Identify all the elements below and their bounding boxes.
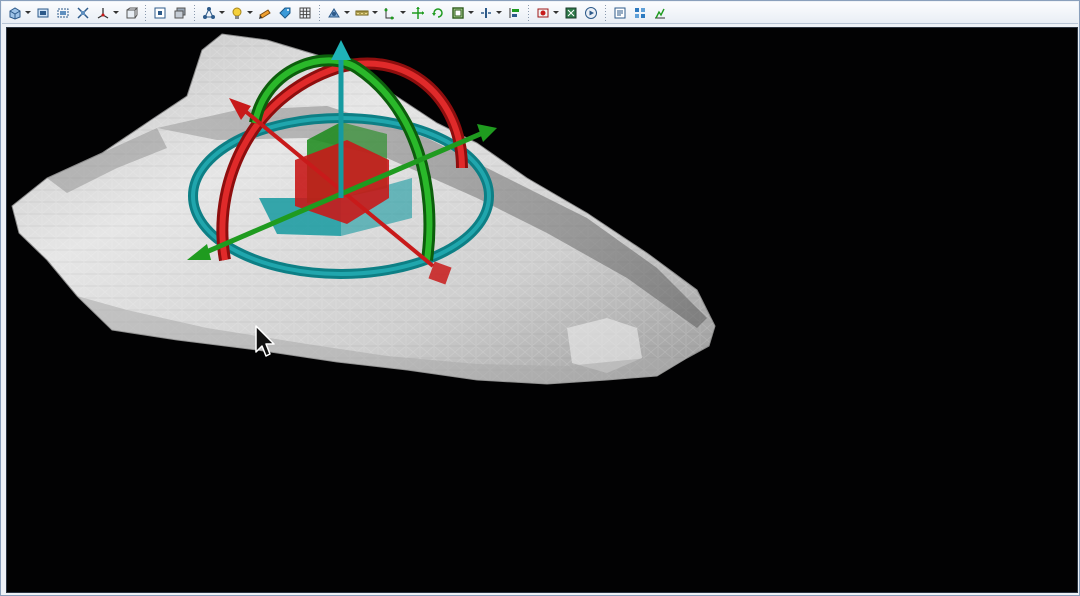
toolbar-group [5, 4, 141, 22]
light-icon [232, 7, 242, 19]
snap-icon [384, 7, 394, 19]
snap-button[interactable] [381, 4, 399, 22]
3d-viewport[interactable] [6, 27, 1078, 593]
dropdown-arrow-icon[interactable] [468, 5, 474, 21]
3d-scene[interactable] [7, 28, 1077, 592]
frame-button[interactable] [449, 4, 467, 22]
transform-icon [412, 6, 424, 19]
rotate-icon [432, 7, 443, 18]
properties-icon [614, 7, 626, 18]
measure-icon [355, 10, 369, 15]
main-toolbar [2, 2, 1078, 24]
toolbar-separator [319, 4, 320, 21]
grid-icon [299, 7, 311, 18]
render-button[interactable] [562, 4, 580, 22]
zoom-extents-button[interactable] [74, 4, 92, 22]
toolbar-group [150, 4, 190, 22]
dropdown-arrow-icon[interactable] [219, 5, 225, 21]
box-view-button[interactable] [122, 4, 140, 22]
dropdown-arrow-icon[interactable] [247, 5, 253, 21]
toolbar-group [199, 4, 315, 22]
network-button[interactable] [200, 4, 218, 22]
tag-button[interactable] [276, 4, 294, 22]
light-button[interactable] [228, 4, 246, 22]
chart-icon [655, 8, 665, 18]
toolbar-separator [145, 4, 146, 21]
dropdown-arrow-icon[interactable] [344, 5, 350, 21]
zoom-window-button[interactable] [54, 4, 72, 22]
dropdown-arrow-icon[interactable] [113, 5, 119, 21]
mesh-tool-icon [328, 7, 340, 17]
pencil-icon [259, 8, 271, 19]
align-button[interactable] [505, 4, 523, 22]
axes-view-icon [97, 7, 109, 19]
z-axis-arrow[interactable] [331, 40, 351, 60]
toolbar-group [610, 4, 670, 22]
dropdown-arrow-icon[interactable] [400, 5, 406, 21]
split-button[interactable] [477, 4, 495, 22]
mouse-cursor-icon [255, 325, 275, 357]
dropdown-arrow-icon[interactable] [553, 5, 559, 21]
view-cube-icon [9, 6, 21, 20]
transform-button[interactable] [409, 4, 427, 22]
toolbar-group [324, 4, 524, 22]
network-icon [203, 6, 215, 19]
record-button[interactable] [534, 4, 552, 22]
toolbar-separator [194, 4, 195, 21]
zoom-fit-button[interactable] [34, 4, 52, 22]
zoom-fit-icon [37, 8, 49, 17]
select-icon [154, 7, 166, 18]
box-view-icon [126, 7, 138, 18]
zoom-extents-icon [77, 6, 89, 19]
frame-icon [452, 6, 464, 19]
record-icon [537, 8, 549, 17]
dropdown-arrow-icon[interactable] [372, 5, 378, 21]
mesh-tool-button[interactable] [325, 4, 343, 22]
axes-view-button[interactable] [94, 4, 112, 22]
pencil-button[interactable] [256, 4, 274, 22]
split-icon [481, 7, 491, 18]
layers-icon [174, 7, 186, 18]
tag-icon [279, 7, 291, 19]
play-button[interactable] [582, 4, 600, 22]
align-icon [509, 7, 519, 18]
panels-icon [635, 7, 645, 18]
view-cube-button[interactable] [6, 4, 24, 22]
dropdown-arrow-icon[interactable] [25, 5, 31, 21]
toolbar-separator [528, 4, 529, 21]
grid-button[interactable] [296, 4, 314, 22]
toolbar-group [533, 4, 601, 22]
play-icon [585, 6, 597, 19]
render-icon [565, 7, 577, 18]
chart-button[interactable] [651, 4, 669, 22]
layers-button[interactable] [171, 4, 189, 22]
application-window [0, 0, 1080, 596]
dropdown-arrow-icon[interactable] [496, 5, 502, 21]
panels-button[interactable] [631, 4, 649, 22]
zoom-window-icon [57, 8, 69, 17]
measure-button[interactable] [353, 4, 371, 22]
select-button[interactable] [151, 4, 169, 22]
properties-button[interactable] [611, 4, 629, 22]
toolbar-separator [605, 4, 606, 21]
rotate-button[interactable] [429, 4, 447, 22]
